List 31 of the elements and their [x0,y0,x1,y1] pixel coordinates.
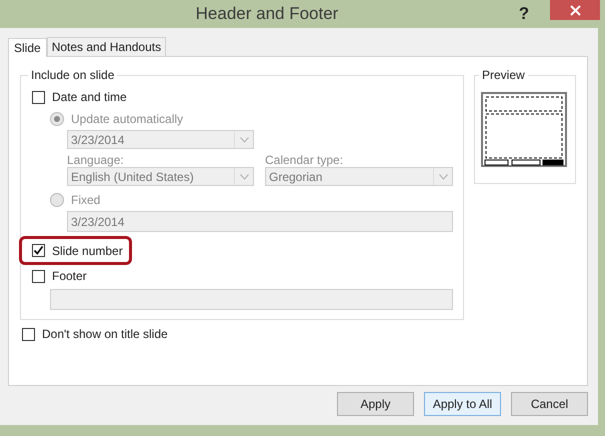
dialog-button[interactable]: Apply [337,392,414,416]
fixed-date-field[interactable]: 3/23/2014 [67,211,453,232]
group-title: Preview [481,68,526,82]
checkbox-label: Don't show on title slide [42,327,168,341]
close-icon [570,4,580,16]
help-button[interactable]: ? [514,4,534,24]
checkbox[interactable] [32,270,45,282]
field-label: Language: [67,152,125,167]
checkbox[interactable] [22,328,35,340]
dialog-button[interactable]: Cancel [511,392,588,416]
tab[interactable]: Notes and Handouts [46,37,166,56]
dialog-button[interactable]: Apply to All [424,392,501,416]
window-title: Header and Footer [194,4,340,24]
checkbox-label: Slide number [52,244,123,258]
checkmark-icon [33,245,44,256]
radio-button[interactable] [50,193,64,207]
group-title: Include on slide [30,68,116,82]
radio-label: Update automatically [71,112,184,126]
field-label: Calendar type: [265,152,344,167]
calendar-type-dropdown[interactable]: Gregorian [265,167,453,186]
close-button[interactable] [550,0,600,20]
checkbox[interactable] [32,244,45,257]
checkbox-label: Date and time [52,90,127,104]
tab[interactable]: Slide [8,38,47,57]
footer-field[interactable] [50,289,453,310]
date-dropdown[interactable]: 3/23/2014 [67,130,254,149]
language-dropdown[interactable]: English (United States) [67,167,254,186]
radio-button[interactable] [50,112,64,126]
checkbox[interactable] [32,90,45,104]
radio-label: Fixed [71,193,100,207]
checkbox-label: Footer [52,269,87,283]
